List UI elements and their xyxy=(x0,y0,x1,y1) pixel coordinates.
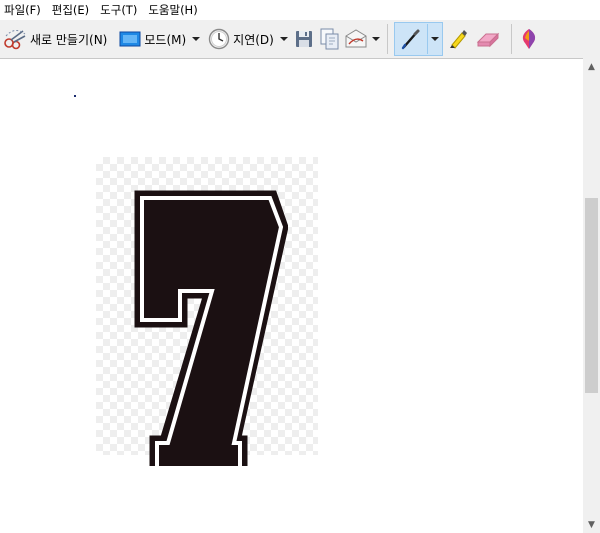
snip-canvas xyxy=(0,58,583,533)
send-email-icon xyxy=(345,29,367,48)
highlighter-button[interactable] xyxy=(445,24,471,54)
send-dropdown-arrow[interactable] xyxy=(369,24,383,54)
pen-button[interactable] xyxy=(395,24,427,54)
menu-tools[interactable]: 도구(T) xyxy=(94,0,142,20)
toolbar-separator xyxy=(386,24,388,54)
copy-button[interactable] xyxy=(317,24,343,54)
clock-icon xyxy=(208,28,230,50)
copy-icon xyxy=(320,28,339,50)
mode-button[interactable]: 모드(M) xyxy=(116,24,189,54)
delay-label: 지연(D) xyxy=(233,32,274,47)
mode-dropdown-arrow[interactable] xyxy=(189,24,203,54)
delay-button[interactable]: 지연(D) xyxy=(205,24,277,54)
save-button[interactable] xyxy=(291,24,317,54)
scroll-down-arrow[interactable]: ▼ xyxy=(583,516,600,533)
menu-bar: 파일(F) 편집(E) 도구(T) 도움말(H) xyxy=(0,0,600,20)
new-snip-button[interactable]: 새로 만들기(N) xyxy=(0,24,110,54)
eraser-button[interactable] xyxy=(475,24,501,54)
toolbar: 새로 만들기(N) 모드(M) 지연(D) xyxy=(0,20,600,58)
eraser-icon xyxy=(476,32,500,48)
paint3d-icon xyxy=(522,29,535,49)
mode-label: 모드(M) xyxy=(144,32,187,47)
mode-icon xyxy=(119,31,141,47)
pen-icon xyxy=(401,29,420,50)
send-email-button[interactable] xyxy=(343,24,369,54)
menu-edit[interactable]: 편집(E) xyxy=(46,0,94,20)
pen-dropdown-arrow[interactable] xyxy=(426,24,442,54)
new-snip-label: 새로 만들기(N) xyxy=(30,32,108,47)
toolbar-separator-2 xyxy=(510,24,512,54)
highlighter-icon xyxy=(449,30,467,49)
new-snip-icon xyxy=(4,30,26,50)
vertical-scrollbar[interactable]: ▲ ▼ xyxy=(583,58,600,533)
menu-help[interactable]: 도움말(H) xyxy=(142,0,202,20)
scroll-up-arrow[interactable]: ▲ xyxy=(583,58,600,75)
pen-tool-group[interactable] xyxy=(393,22,443,56)
canvas-dot xyxy=(74,95,76,97)
scrollbar-thumb[interactable] xyxy=(585,198,598,393)
snip-image-digit-seven xyxy=(134,190,288,466)
save-icon xyxy=(295,31,312,47)
paint3d-button[interactable] xyxy=(516,24,542,54)
menu-file[interactable]: 파일(F) xyxy=(0,0,46,20)
delay-dropdown-arrow[interactable] xyxy=(277,24,291,54)
